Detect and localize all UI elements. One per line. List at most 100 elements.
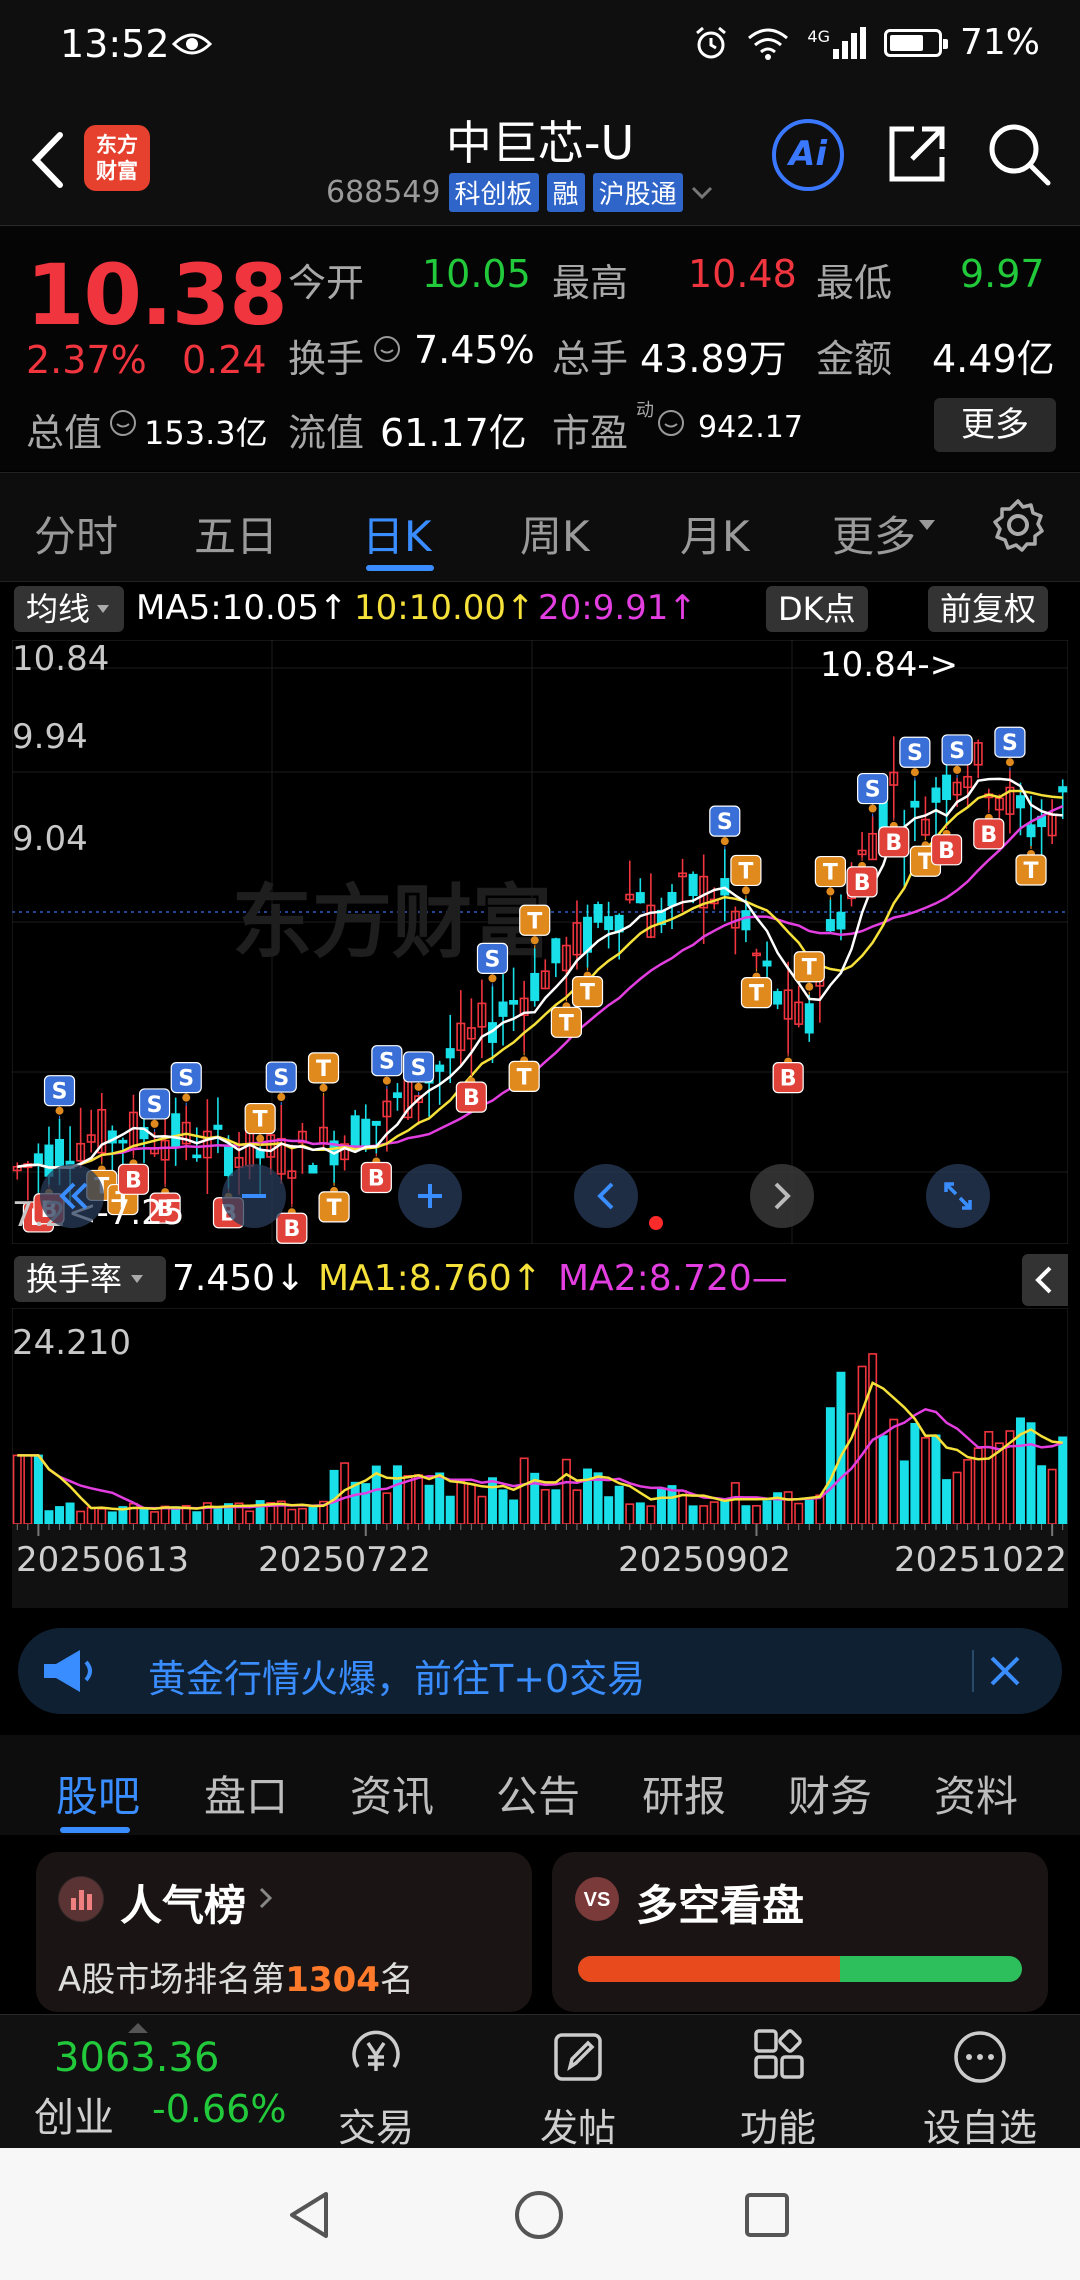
share-icon[interactable] [884, 121, 950, 187]
turnover-bar [107, 1511, 117, 1524]
kline-chart[interactable]: 东方财富 BBSTTBSBSBTSBTTBSSBSTTTTSTTBTTBSBST… [12, 640, 1068, 1244]
turnover-chart[interactable]: 24.210 [12, 1308, 1068, 1524]
high-annotation: 10.84-> [820, 645, 958, 685]
dk-point-button[interactable]: DK点 [766, 586, 868, 632]
tab-news[interactable]: 资讯 [350, 1763, 434, 1824]
tab-order-book[interactable]: 盘口 [204, 1763, 288, 1824]
ai-button[interactable]: Ai [772, 119, 844, 191]
candle-body [910, 800, 920, 808]
zoom-start-button[interactable] [40, 1164, 104, 1228]
float-label: 流值 [288, 411, 365, 455]
cell-signal-icon: 4G [807, 26, 866, 59]
turnover-bar [392, 1465, 402, 1524]
more-button[interactable]: 更多 [934, 398, 1056, 452]
zoom-in-button[interactable] [398, 1164, 462, 1228]
info-icon[interactable] [372, 334, 402, 364]
turnover-bar [424, 1484, 434, 1524]
minus-icon [242, 1194, 266, 1198]
banner-text: 黄金行情火爆，前往T+0交易 [148, 1657, 646, 1701]
tab-intraday[interactable]: 分时 [34, 503, 118, 564]
tab-announcements[interactable]: 公告 [496, 1763, 580, 1824]
search-icon[interactable] [986, 121, 1052, 187]
back-triangle-icon[interactable] [282, 2188, 336, 2242]
trade-marker-label: T [802, 956, 817, 981]
pe-value: 942.17 [698, 410, 803, 445]
turnover-bar [33, 1454, 43, 1524]
scroll-right-button[interactable] [750, 1164, 814, 1228]
turnover-bar [192, 1511, 202, 1524]
marker-dot [720, 837, 729, 846]
candle-body [1015, 795, 1025, 809]
candle-body [392, 1092, 402, 1099]
turnover-bar [139, 1507, 149, 1524]
scroll-left-button[interactable] [574, 1164, 638, 1228]
turnover-bar [635, 1502, 645, 1524]
candle-body [361, 1118, 371, 1149]
turnover-bar [741, 1505, 751, 1524]
popularity-card[interactable]: 人气榜 A股市场排名第1304名 [36, 1852, 532, 2012]
candle-body [836, 911, 846, 930]
tab-research[interactable]: 研报 [642, 1763, 726, 1824]
nav-post[interactable]: 发帖 [508, 2027, 648, 2152]
home-circle-icon[interactable] [512, 2188, 566, 2242]
battery-percent: 71% [959, 22, 1040, 63]
svg-text:VS: VS [584, 1889, 611, 1911]
tab-financials[interactable]: 财务 [788, 1763, 872, 1824]
index-change: -0.66% [152, 2087, 287, 2131]
tab-more[interactable]: 更多 [832, 503, 916, 564]
candle-body [762, 960, 772, 967]
x-date-label: 20250613 [16, 1540, 190, 1580]
stock-code: 688549 [326, 175, 441, 210]
turnover-rate-value: 7.450↓ [172, 1258, 306, 1299]
pe-dynamic-mark: 动 [636, 400, 654, 421]
turnover-bar [572, 1489, 582, 1524]
index-value: 3063.36 [54, 2035, 220, 2081]
sentiment-title: 多空看盘 [636, 1881, 805, 1930]
trade-marker-label: S [907, 741, 923, 766]
collapse-panel-button[interactable] [1022, 1254, 1068, 1306]
turnover-bar [857, 1365, 867, 1524]
y-axis-label: 10.84 [12, 640, 109, 679]
tab-monthly-k[interactable]: 月K [680, 503, 750, 564]
trade-marker-label: T [823, 861, 838, 886]
candle-body [931, 787, 941, 803]
trade-marker-label: S [1002, 731, 1018, 756]
chart-frame [12, 1308, 1068, 1524]
nav-functions[interactable]: 功能 [708, 2027, 848, 2152]
close-icon[interactable] [984, 1650, 1026, 1692]
nav-trade[interactable]: 交易 [306, 2027, 446, 2152]
marker-dot [319, 1083, 328, 1092]
turnover-bar [498, 1489, 508, 1524]
tab-weekly-k[interactable]: 周K [520, 503, 590, 564]
candle-body [1026, 824, 1036, 838]
turnover-bar [245, 1510, 255, 1524]
ranking-icon [58, 1876, 104, 1922]
tab-profile[interactable]: 资料 [934, 1763, 1018, 1824]
volume-value: 43.89万 [640, 337, 787, 381]
turnover-bar [931, 1434, 941, 1524]
caret-down-icon [97, 605, 110, 613]
chevron-down-icon[interactable] [691, 185, 713, 201]
y-axis-label: 9.94 [12, 717, 88, 757]
trade-marker-label: T [559, 1011, 574, 1036]
gear-icon[interactable] [990, 497, 1046, 553]
adjust-button[interactable]: 前复权 [928, 586, 1049, 632]
fullscreen-button[interactable] [926, 1164, 990, 1228]
indicator-selector[interactable]: 换手率 [14, 1256, 166, 1302]
info-icon[interactable] [656, 408, 686, 438]
turnover-bar [76, 1510, 86, 1524]
tab-daily-k[interactable]: 日K [362, 503, 432, 564]
sentiment-card[interactable]: VS 多空看盘 [552, 1852, 1048, 2012]
nav-add-watchlist[interactable]: 设自选 [910, 2027, 1050, 2152]
turnover-bar [65, 1502, 75, 1524]
candle-body [667, 891, 677, 907]
zoom-out-button[interactable] [222, 1164, 286, 1228]
ma-selector[interactable]: 均线 [14, 586, 124, 632]
info-icon[interactable] [108, 408, 138, 438]
recents-square-icon[interactable] [742, 2190, 792, 2240]
turnover-bar [150, 1511, 160, 1524]
tab-five-day[interactable]: 五日 [194, 503, 278, 564]
tab-forum[interactable]: 股吧 [56, 1763, 140, 1824]
promo-banner[interactable]: 黄金行情火爆，前往T+0交易 [18, 1628, 1062, 1714]
turnover-bar [751, 1505, 761, 1524]
